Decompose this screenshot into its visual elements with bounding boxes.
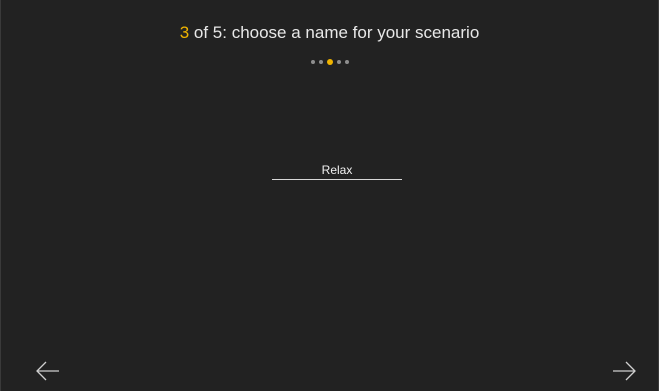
arrow-right-icon [613, 361, 636, 381]
step-dot-3 [326, 59, 333, 65]
next-button[interactable] [611, 360, 637, 382]
step-current-number: 3 [179, 23, 190, 42]
step-dot-2 [318, 60, 323, 64]
step-title-text: of 5: choose a name for your scenario [189, 23, 480, 42]
scenario-name-input[interactable] [272, 160, 402, 180]
wizard-screen: 3 of 5: choose a name for your scenario [0, 0, 659, 391]
step-progress-dots [1, 59, 658, 65]
step-dot-4 [336, 60, 341, 64]
step-title: 3 of 5: choose a name for your scenario [1, 22, 658, 44]
back-button[interactable] [35, 360, 61, 382]
arrow-left-icon [36, 361, 59, 381]
step-dot-5 [344, 60, 349, 64]
step-dot-1 [310, 60, 315, 64]
